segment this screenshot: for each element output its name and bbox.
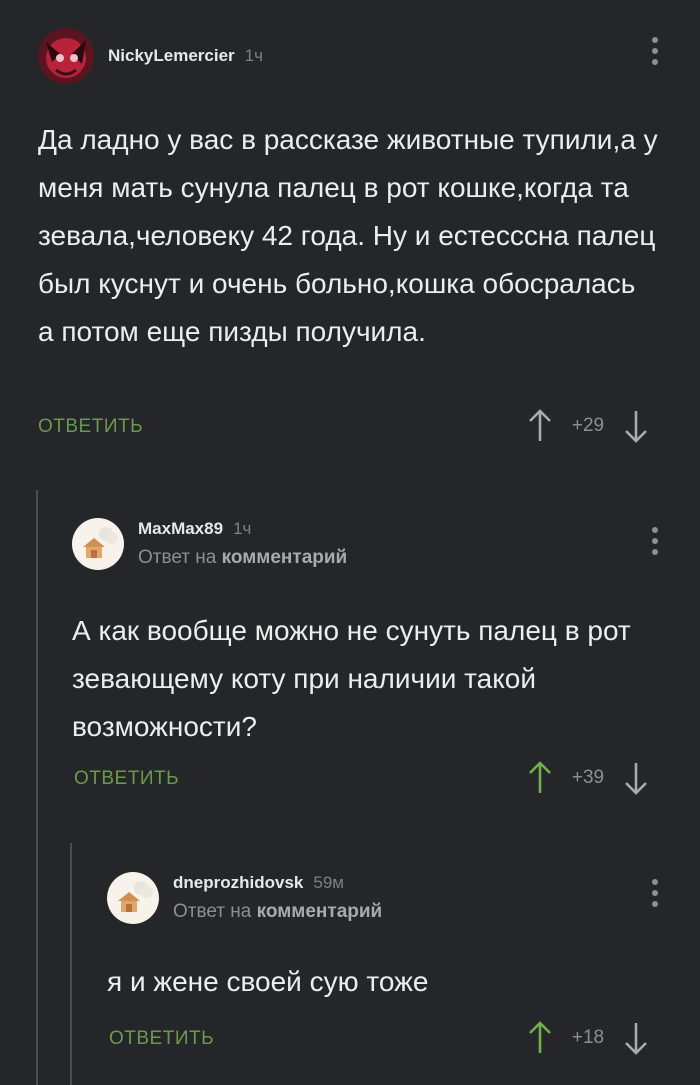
arrow-down-icon[interactable] bbox=[624, 1021, 648, 1055]
comment-meta: dneprozhidovsk 59м Ответ на комментарий bbox=[173, 873, 382, 923]
arrow-up-icon[interactable] bbox=[528, 761, 552, 795]
reply-to-link[interactable]: комментарий bbox=[222, 547, 348, 568]
reply-button[interactable]: ОТВЕТИТЬ bbox=[38, 416, 143, 438]
comment-header: dneprozhidovsk 59м Ответ на комментарий bbox=[107, 872, 382, 924]
comment-text: я и жене своей сую тоже bbox=[107, 966, 429, 997]
comment-meta: MaxMax89 1ч Ответ на комментарий bbox=[138, 519, 347, 569]
reply-button[interactable]: ОТВЕТИТЬ bbox=[74, 768, 179, 790]
author-name[interactable]: MaxMax89 bbox=[138, 519, 223, 539]
author-name[interactable]: dneprozhidovsk bbox=[173, 873, 303, 893]
score: +29 bbox=[571, 415, 605, 436]
more-vertical-icon[interactable] bbox=[645, 527, 665, 555]
vote-controls: +29 bbox=[528, 409, 648, 443]
arrow-down-icon[interactable] bbox=[624, 409, 648, 443]
comment-meta: NickyLemercier 1ч bbox=[108, 46, 263, 66]
arrow-up-icon[interactable] bbox=[528, 1021, 552, 1055]
score: +39 bbox=[571, 767, 605, 788]
avatar[interactable] bbox=[72, 518, 124, 570]
comment-time: 1ч bbox=[233, 519, 252, 538]
more-vertical-icon[interactable] bbox=[645, 879, 665, 907]
reply-to-label: Ответ на комментарий bbox=[138, 547, 347, 569]
thread-line-level-2 bbox=[70, 843, 72, 1085]
arrow-down-icon[interactable] bbox=[624, 761, 648, 795]
reply-to-link[interactable]: комментарий bbox=[257, 901, 383, 922]
vote-controls: +18 bbox=[528, 1021, 648, 1055]
comment-header: MaxMax89 1ч Ответ на комментарий bbox=[72, 518, 347, 570]
arrow-up-icon[interactable] bbox=[528, 409, 552, 443]
score: +18 bbox=[571, 1027, 605, 1048]
comment-header: NickyLemercier 1ч bbox=[38, 28, 263, 84]
comment-time: 1ч bbox=[244, 46, 263, 65]
avatar[interactable] bbox=[107, 872, 159, 924]
avatar[interactable] bbox=[38, 28, 94, 84]
reply-button[interactable]: ОТВЕТИТЬ bbox=[109, 1028, 214, 1050]
thread-line-level-1 bbox=[36, 490, 38, 1085]
comment-time: 59м bbox=[313, 873, 344, 892]
more-vertical-icon[interactable] bbox=[645, 37, 665, 65]
comment-text: Да ладно у вас в рассказе животные тупил… bbox=[38, 124, 658, 347]
author-name[interactable]: NickyLemercier bbox=[108, 46, 235, 66]
reply-to-label: Ответ на комментарий bbox=[173, 901, 382, 923]
vote-controls: +39 bbox=[528, 761, 648, 795]
comment-text: А как вообще можно не сунуть палец в рот… bbox=[72, 615, 631, 742]
reply-to-prefix: Ответ на bbox=[138, 547, 217, 568]
reply-to-prefix: Ответ на bbox=[173, 901, 252, 922]
